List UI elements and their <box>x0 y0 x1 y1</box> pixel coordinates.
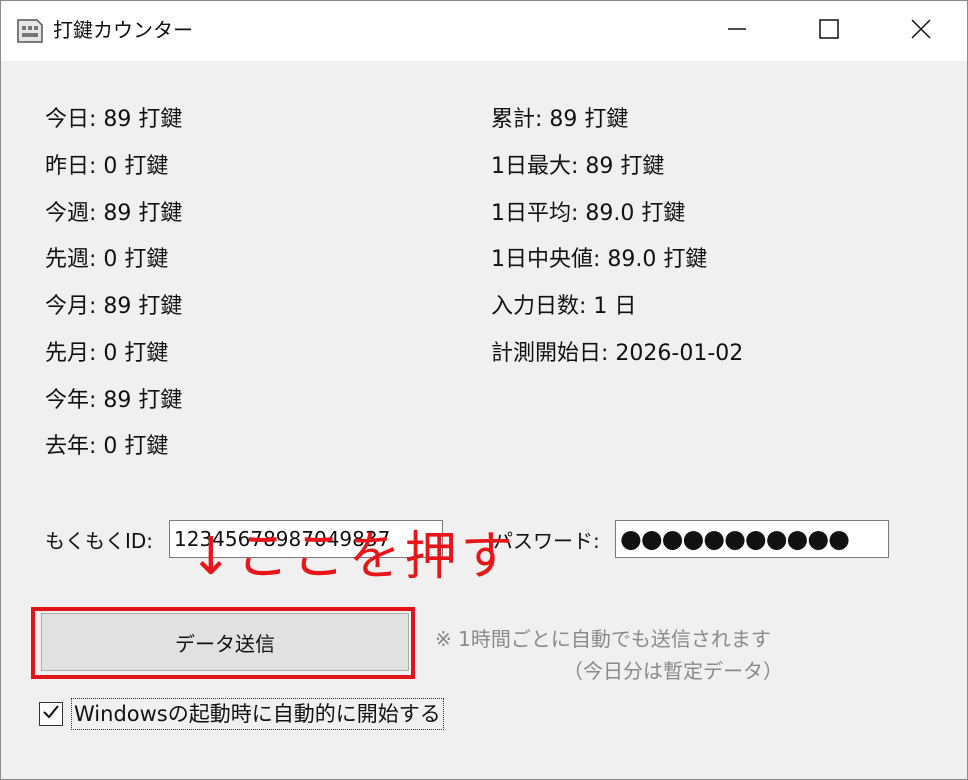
minimize-button[interactable] <box>691 1 783 61</box>
stat-daily-average: 1日平均: 89.0 打鍵 <box>491 201 686 226</box>
keyboard-app-icon <box>15 17 45 45</box>
annotation-press-here: ↓ここを押す <box>189 527 517 587</box>
stat-this-week: 今週: 89 打鍵 <box>45 201 183 226</box>
stat-daily-max: 1日最大: 89 打鍵 <box>491 154 665 179</box>
autostart-label[interactable]: Windowsの起動時に自動的に開始する <box>71 698 444 730</box>
send-data-button-label: データ送信 <box>175 631 275 656</box>
stat-today: 今日: 89 打鍵 <box>45 107 183 132</box>
close-icon <box>911 19 931 43</box>
window-title: 打鍵カウンター <box>53 18 193 42</box>
title-bar[interactable]: 打鍵カウンター <box>1 1 967 61</box>
stat-last-month: 先月: 0 打鍵 <box>45 341 169 366</box>
password-input[interactable]: ●●●●●●●●●●● <box>615 520 889 558</box>
mokumoku-id-label: もくもくID: <box>45 529 154 553</box>
stat-yesterday: 昨日: 0 打鍵 <box>45 154 169 179</box>
stat-last-week: 先週: 0 打鍵 <box>45 247 169 272</box>
stat-daily-median: 1日中央値: 89.0 打鍵 <box>491 247 708 272</box>
stat-total: 累計: 89 打鍵 <box>491 107 629 132</box>
send-data-button[interactable]: データ送信 <box>41 613 409 671</box>
checkmark-icon <box>42 703 60 725</box>
stat-last-year: 去年: 0 打鍵 <box>45 434 169 459</box>
auto-send-note: ※ 1時間ごとに自動でも送信されます <box>435 627 771 651</box>
autostart-option[interactable]: Windowsの起動時に自動的に開始する <box>39 697 444 731</box>
stat-this-month: 今月: 89 打鍵 <box>45 294 183 319</box>
close-button[interactable] <box>875 1 967 61</box>
maximize-icon <box>819 19 839 43</box>
maximize-button[interactable] <box>783 1 875 61</box>
minimize-icon <box>727 19 747 43</box>
stat-this-year: 今年: 89 打鍵 <box>45 388 183 413</box>
app-window: 打鍵カウンター 今日: 89 打鍵 昨日: 0 打鍵 今週: 89 打鍵 先週:… <box>0 0 968 780</box>
stat-start-date: 計測開始日: 2026-01-02 <box>491 341 744 366</box>
provisional-data-note: （今日分は暫定データ） <box>563 659 783 683</box>
stat-input-days: 入力日数: 1 日 <box>491 294 637 319</box>
autostart-checkbox[interactable] <box>39 702 63 726</box>
